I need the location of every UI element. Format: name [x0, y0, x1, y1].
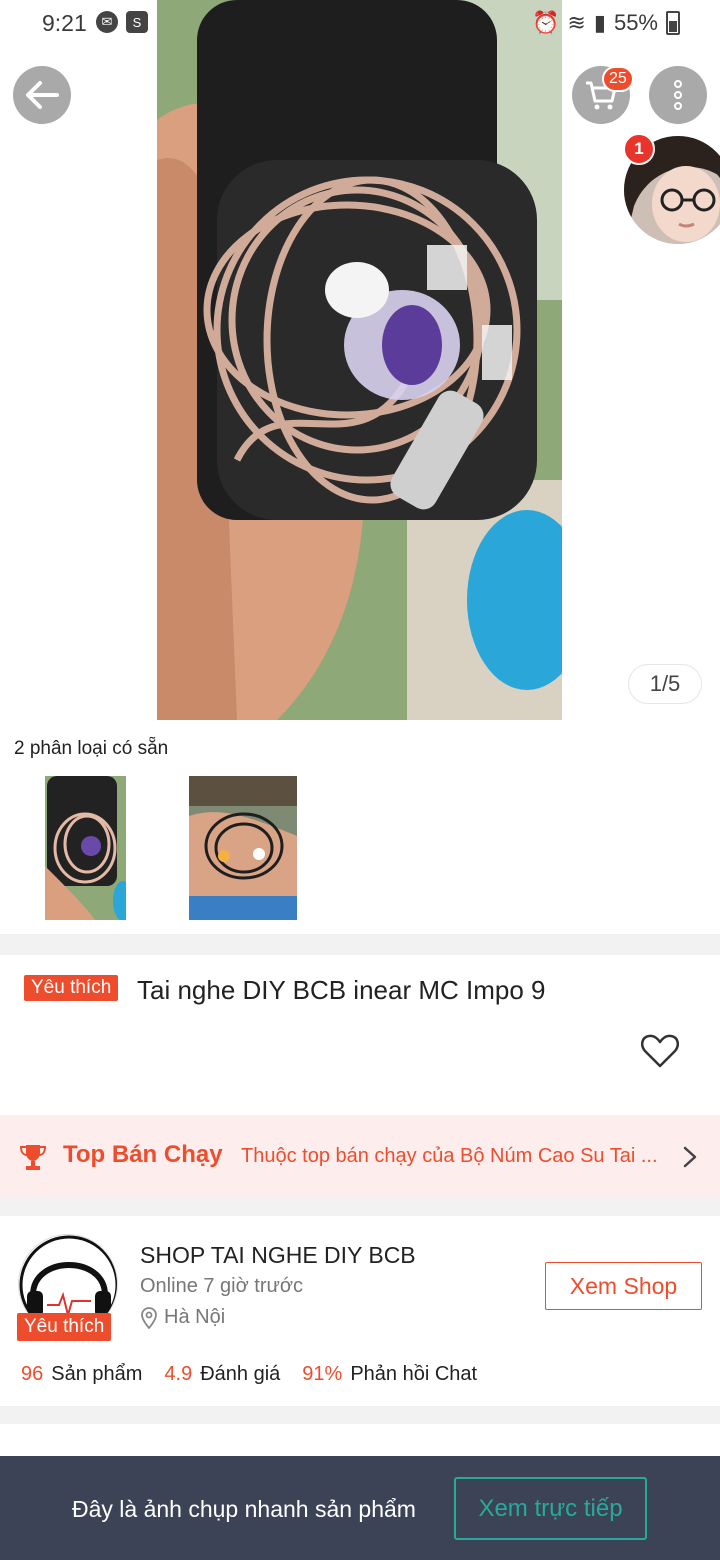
- alarm-icon: ⏰: [532, 10, 560, 35]
- stat-chat-label: Phản hồi Chat: [350, 1363, 478, 1385]
- stat-rating-value: 4.9: [164, 1363, 193, 1385]
- product-image-gallery[interactable]: 9:21 ✉ S ⏰ ≋ ▮ 55% 25 1 1/5: [0, 0, 720, 720]
- variation-thumbnail-1[interactable]: [45, 776, 126, 920]
- arrow-left-icon: [26, 81, 59, 109]
- shop-name[interactable]: SHOP TAI NGHE DIY BCB: [140, 1242, 416, 1269]
- shop-stats: 96 Sản phẩm 4.9 Đánh giá 91% Phản hồi Chat: [21, 1363, 477, 1386]
- stat-rating-label: Đánh giá: [200, 1363, 281, 1385]
- snapshot-text: Đây là ảnh chụp nhanh sản phẩm: [72, 1496, 416, 1522]
- stat-products: 96 Sản phẩm: [21, 1363, 142, 1386]
- cart-count-badge: 25: [602, 66, 634, 92]
- heart-icon[interactable]: [640, 1033, 680, 1069]
- chevron-right-icon: [683, 1146, 697, 1168]
- top-selling-title: Top Bán Chạy: [63, 1141, 223, 1168]
- snapshot-banner: Đây là ảnh chụp nhanh sản phẩm Xem trực …: [0, 1456, 720, 1560]
- shop-online-status: Online 7 giờ trước: [140, 1275, 304, 1297]
- view-live-button[interactable]: Xem trực tiếp: [454, 1477, 647, 1540]
- messenger-icon: ✉: [96, 11, 118, 33]
- stat-products-value: 96: [21, 1363, 44, 1385]
- wifi-icon: ≋: [567, 10, 586, 35]
- product-photo: [157, 0, 562, 720]
- stat-chat-response: 91% Phản hồi Chat: [302, 1363, 477, 1386]
- live-notification-badge: 1: [623, 133, 655, 165]
- stat-products-label: Sản phẩm: [51, 1363, 143, 1385]
- variations-label: 2 phân loại có sẵn: [14, 738, 169, 759]
- stat-rating: 4.9 Đánh giá: [164, 1363, 280, 1386]
- more-options-button[interactable]: [649, 66, 707, 124]
- trophy-icon: [20, 1145, 46, 1170]
- product-title: Tai nghe DIY BCB inear MC Impo 9: [137, 975, 546, 1005]
- variation-image-1: [45, 776, 126, 920]
- back-button[interactable]: [13, 66, 71, 124]
- image-counter: 1/5: [628, 664, 702, 704]
- stat-chat-value: 91%: [302, 1363, 343, 1385]
- top-selling-description: Thuộc top bán chạy của Bộ Núm Cao Su Tai…: [241, 1145, 658, 1167]
- battery-text: 55%: [613, 10, 658, 35]
- favorite-tag: Yêu thích: [24, 975, 119, 1001]
- signal-icon: ▮: [593, 10, 606, 35]
- shopee-icon: S: [126, 11, 148, 33]
- top-selling-bar[interactable]: Top Bán Chạy Thuộc top bán chạy của Bộ N…: [0, 1115, 720, 1197]
- location-pin-icon: [141, 1306, 157, 1329]
- view-shop-button[interactable]: Xem Shop: [545, 1262, 702, 1310]
- status-time: 9:21: [42, 10, 87, 36]
- shop-favorite-tag: Yêu thích: [17, 1313, 112, 1341]
- variation-image-2: [189, 776, 297, 920]
- shop-info-section: Yêu thích SHOP TAI NGHE DIY BCB Online 7…: [0, 1216, 720, 1406]
- battery-icon: [666, 11, 680, 35]
- shop-location-text: Hà Nội: [164, 1306, 226, 1328]
- more-vertical-icon: [674, 80, 682, 110]
- status-bar: 9:21 ✉ S ⏰ ≋ ▮ 55%: [0, 0, 720, 46]
- variations-section: 2 phân loại có sẵn: [0, 720, 720, 934]
- product-title-section: Yêu thích Tai nghe DIY BCB inear MC Impo…: [0, 955, 720, 1115]
- shop-location: Hà Nội: [140, 1306, 225, 1329]
- variation-thumbnail-2[interactable]: [189, 776, 297, 920]
